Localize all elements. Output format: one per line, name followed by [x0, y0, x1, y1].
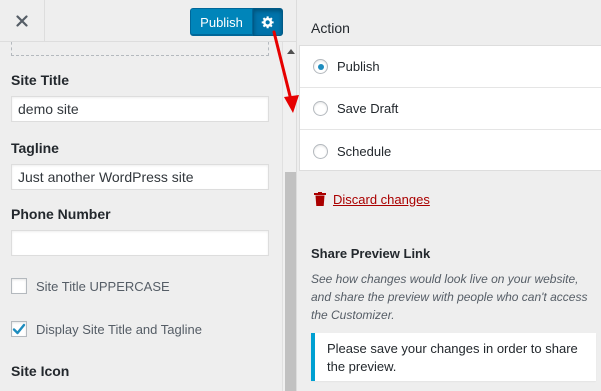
- display-title-label: Display Site Title and Tagline: [36, 321, 202, 337]
- radio-schedule[interactable]: [313, 143, 328, 159]
- display-title-option[interactable]: Display Site Title and Tagline: [11, 321, 202, 337]
- uppercase-checkbox[interactable]: [11, 278, 27, 294]
- radio-publish[interactable]: [313, 59, 328, 74]
- phone-number-input[interactable]: [11, 230, 269, 256]
- option-schedule[interactable]: Schedule: [300, 130, 601, 172]
- checkmark-icon: [12, 323, 26, 335]
- close-icon: [16, 15, 28, 27]
- option-save-draft-label: Save Draft: [337, 101, 399, 116]
- site-icon-label: Site Icon: [11, 363, 70, 379]
- scroll-up-button[interactable]: [283, 42, 296, 59]
- sidebar-scrollbar[interactable]: [282, 42, 296, 391]
- scrollbar-thumb[interactable]: [285, 172, 296, 391]
- display-title-checkbox[interactable]: [11, 321, 27, 337]
- publish-settings-panel: Action Publish Save Draft Schedule Disca…: [297, 0, 601, 391]
- publish-button[interactable]: Publish: [190, 8, 253, 36]
- customizer-controls: Site Title demo site Tagline Just anothe…: [0, 42, 282, 391]
- action-options: Publish Save Draft Schedule: [299, 45, 601, 171]
- customizer-sidebar: Publish Site Title demo site Tagline Jus…: [0, 0, 297, 391]
- site-title-input[interactable]: demo site: [11, 96, 269, 122]
- option-schedule-label: Schedule: [337, 143, 392, 159]
- radio-save-draft[interactable]: [313, 101, 328, 116]
- discard-changes-link[interactable]: Discard changes: [333, 192, 430, 207]
- phone-number-label: Phone Number: [11, 206, 111, 222]
- site-title-label: Site Title: [11, 72, 70, 88]
- trash-icon: [314, 192, 326, 206]
- publish-settings-button[interactable]: [253, 8, 283, 36]
- section-divider: [11, 42, 269, 56]
- uppercase-option[interactable]: Site Title UPPERCASE: [11, 278, 170, 294]
- option-publish[interactable]: Publish: [300, 46, 601, 88]
- customizer-header: Publish: [0, 0, 296, 42]
- chevron-up-icon: [286, 48, 295, 54]
- gear-icon: [261, 16, 274, 29]
- discard-changes[interactable]: Discard changes: [313, 191, 430, 207]
- option-publish-label: Publish: [337, 59, 380, 74]
- option-save-draft[interactable]: Save Draft: [300, 88, 601, 130]
- tagline-label: Tagline: [11, 140, 59, 156]
- uppercase-label: Site Title UPPERCASE: [36, 278, 170, 294]
- share-preview-heading: Share Preview Link: [311, 246, 431, 261]
- action-heading: Action: [311, 20, 350, 36]
- close-button[interactable]: [0, 0, 45, 42]
- publish-button-group: Publish: [190, 8, 283, 36]
- tagline-input[interactable]: Just another WordPress site: [11, 164, 269, 190]
- save-notice: Please save your changes in order to sha…: [311, 333, 596, 381]
- share-preview-description: See how changes would look live on your …: [311, 272, 588, 322]
- radio-selected-dot: [317, 63, 324, 70]
